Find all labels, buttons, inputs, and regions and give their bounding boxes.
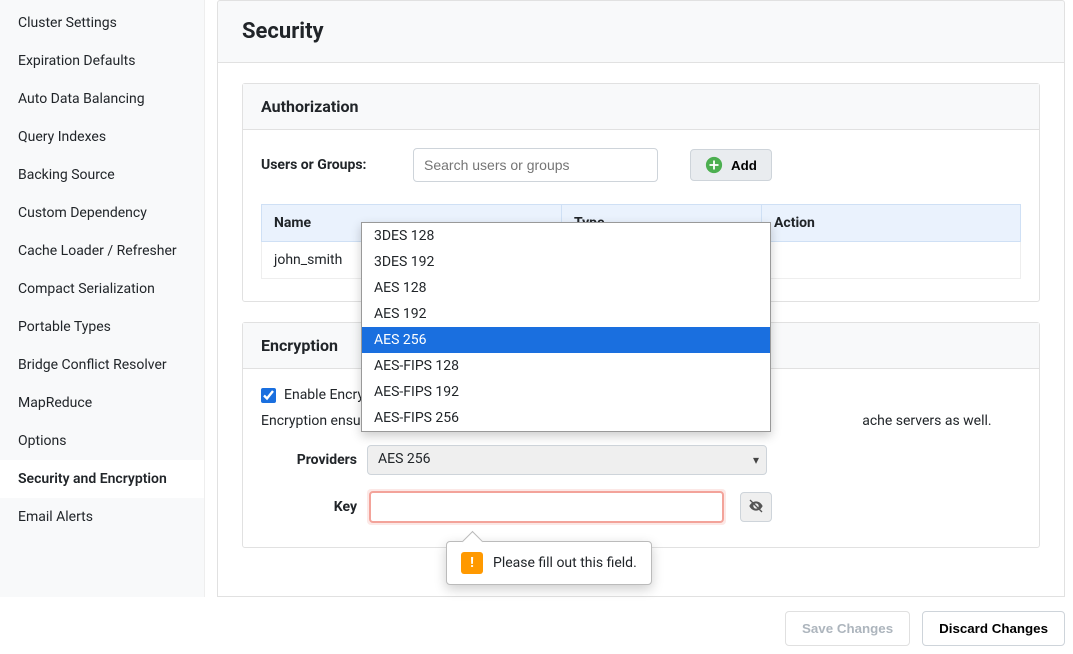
warning-icon: ! <box>461 552 483 574</box>
sidebar-item-backing-source[interactable]: Backing Source <box>0 156 204 194</box>
sidebar-item-bridge-conflict-resolver[interactable]: Bridge Conflict Resolver <box>0 346 204 384</box>
page-footer: Save Changes Discard Changes <box>0 597 1073 654</box>
users-groups-label: Users or Groups: <box>261 157 381 173</box>
enable-encryption-label: Enable Encryp <box>284 387 372 403</box>
provider-option[interactable]: AES-FIPS 192 <box>362 379 770 405</box>
sidebar-item-query-indexes[interactable]: Query Indexes <box>0 118 204 156</box>
settings-sidebar: Cluster Settings Expiration Defaults Aut… <box>0 0 205 597</box>
key-label: Key <box>261 499 357 515</box>
providers-label: Providers <box>261 452 357 468</box>
sidebar-item-auto-data-balancing[interactable]: Auto Data Balancing <box>0 80 204 118</box>
enable-encryption-checkbox[interactable] <box>261 388 276 403</box>
sidebar-item-compact-serialization[interactable]: Compact Serialization <box>0 270 204 308</box>
users-groups-search-input[interactable] <box>413 148 658 182</box>
sidebar-item-cluster-settings[interactable]: Cluster Settings <box>0 4 204 42</box>
provider-option[interactable]: AES 128 <box>362 275 770 301</box>
column-header-action[interactable]: Action <box>762 205 1021 242</box>
provider-option[interactable]: AES-FIPS 128 <box>362 353 770 379</box>
authorization-panel-title: Authorization <box>243 84 1039 130</box>
cell-action <box>762 242 1021 279</box>
sidebar-item-email-alerts[interactable]: Email Alerts <box>0 498 204 536</box>
encryption-key-input[interactable] <box>369 491 724 523</box>
provider-option[interactable]: 3DES 192 <box>362 249 770 275</box>
save-changes-button[interactable]: Save Changes <box>785 611 910 646</box>
sidebar-item-security-encryption[interactable]: Security and Encryption <box>0 460 204 498</box>
provider-option[interactable]: AES-FIPS 256 <box>362 405 770 431</box>
sidebar-item-expiration-defaults[interactable]: Expiration Defaults <box>0 42 204 80</box>
discard-changes-button[interactable]: Discard Changes <box>922 611 1065 646</box>
sidebar-item-mapreduce[interactable]: MapReduce <box>0 384 204 422</box>
page-title: Security <box>242 19 1040 44</box>
plus-circle-icon <box>705 156 723 174</box>
add-user-button[interactable]: Add <box>690 149 772 181</box>
provider-option-selected[interactable]: AES 256 <box>362 327 770 353</box>
sidebar-item-custom-dependency[interactable]: Custom Dependency <box>0 194 204 232</box>
provider-option[interactable]: AES 192 <box>362 301 770 327</box>
validation-message: Please fill out this field. <box>493 555 637 571</box>
validation-tooltip: ! Please fill out this field. <box>446 541 652 585</box>
sidebar-item-cache-loader-refresher[interactable]: Cache Loader / Refresher <box>0 232 204 270</box>
add-button-label: Add <box>731 158 757 173</box>
eye-slash-icon <box>748 498 764 517</box>
page-header: Security <box>217 0 1065 63</box>
providers-dropdown-list[interactable]: 3DES 128 3DES 192 AES 128 AES 192 AES 25… <box>361 222 771 432</box>
sidebar-item-options[interactable]: Options <box>0 422 204 460</box>
sidebar-item-portable-types[interactable]: Portable Types <box>0 308 204 346</box>
authorization-panel: Authorization Users or Groups: Add <box>242 83 1040 302</box>
provider-option[interactable]: 3DES 128 <box>362 223 770 249</box>
security-main: Security Authorization Users or Groups: … <box>205 0 1073 597</box>
providers-select[interactable]: AES 256 <box>367 445 767 475</box>
toggle-key-visibility-button[interactable] <box>740 492 772 522</box>
